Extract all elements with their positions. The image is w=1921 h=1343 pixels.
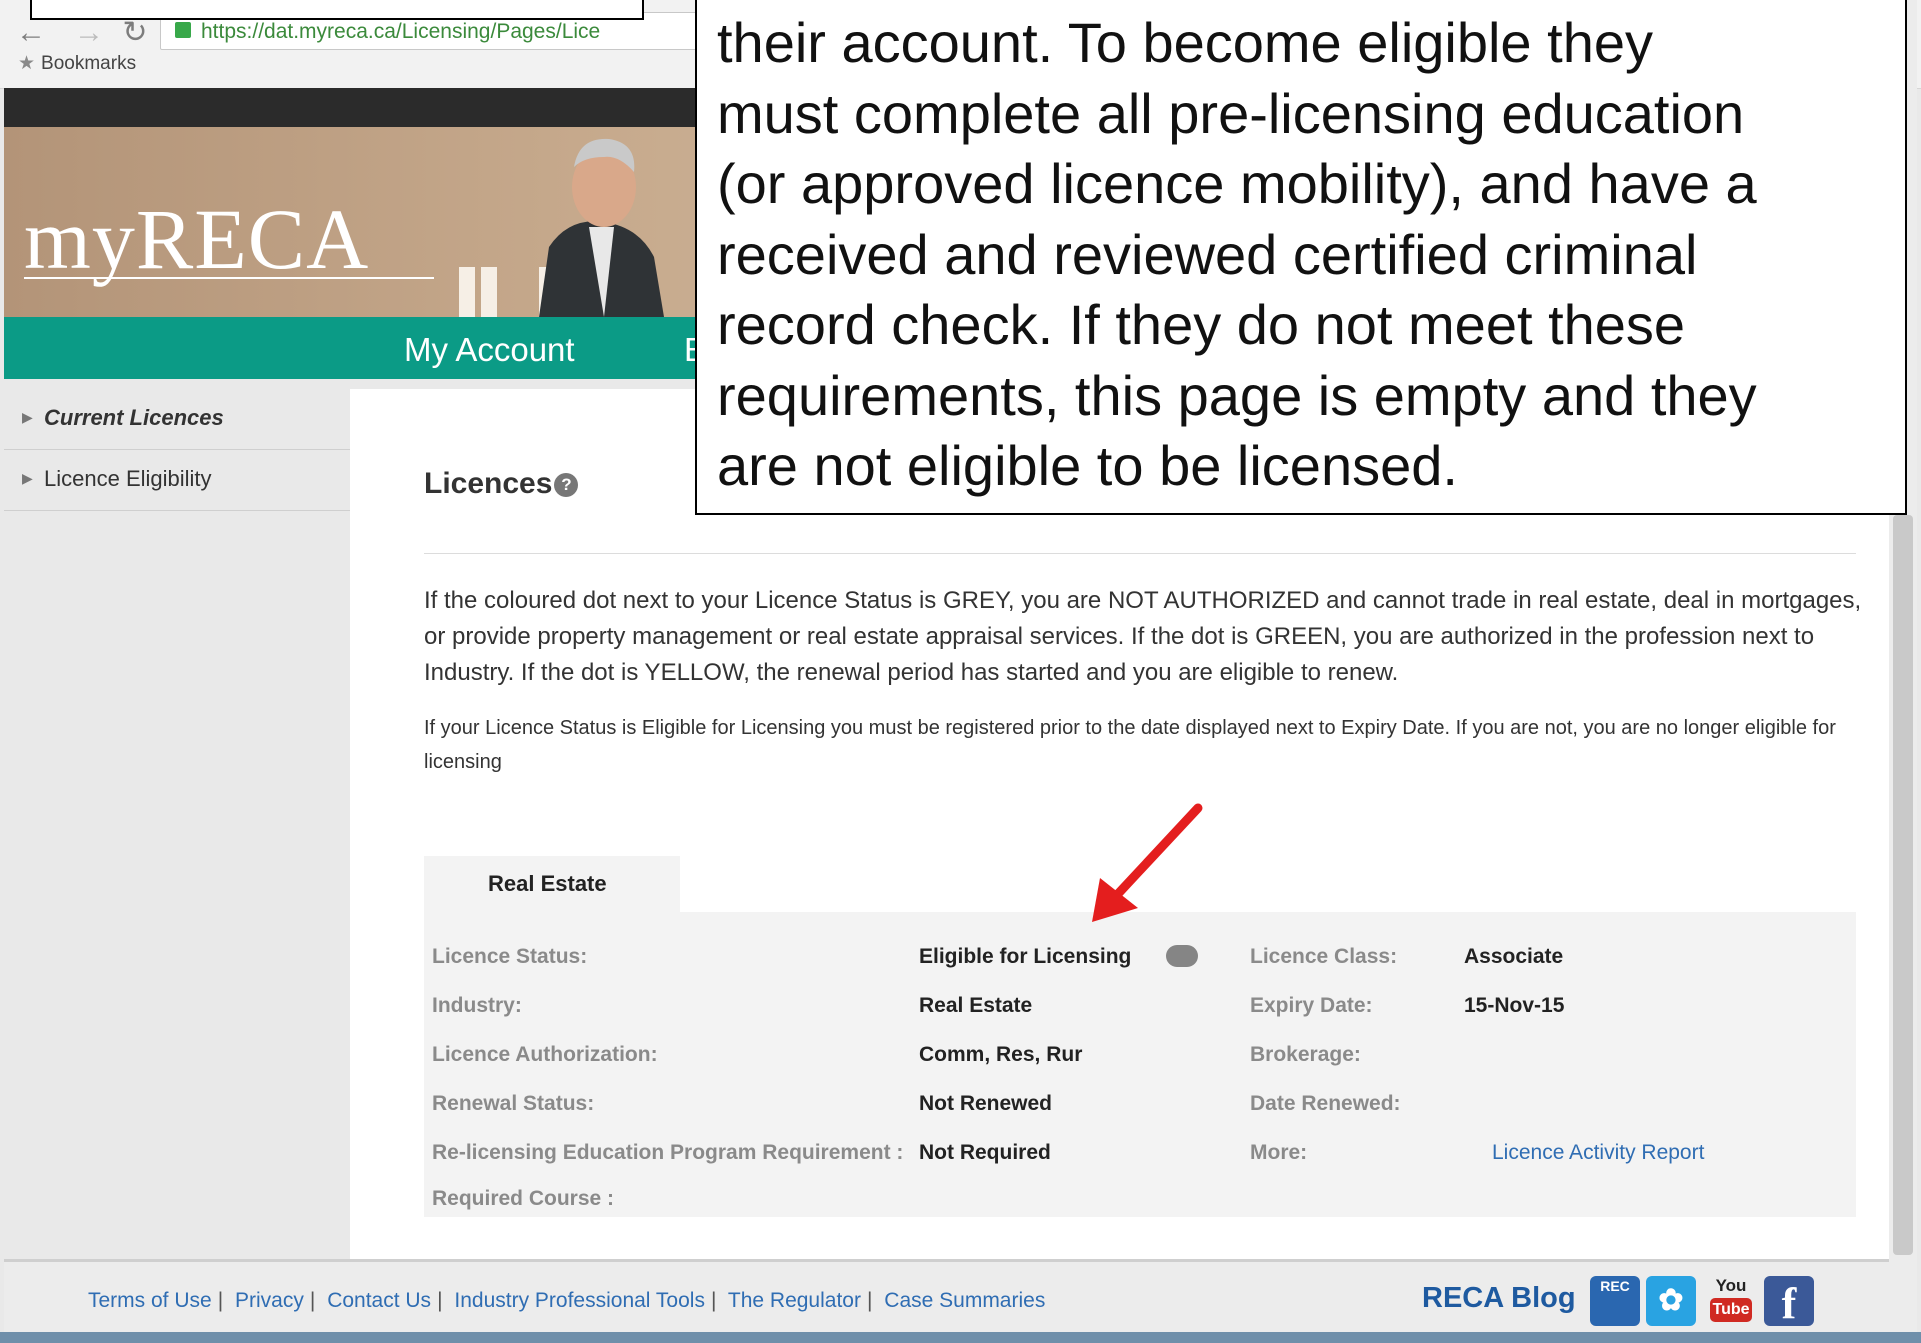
- page-title-text: Licences: [424, 467, 553, 500]
- callout-line: received and reviewed certified criminal: [717, 222, 1698, 286]
- callout-line: requirements, this page is empty and the…: [717, 363, 1757, 427]
- renewal-status-value: Not Renewed: [919, 1092, 1053, 1115]
- sidebar-item-label: Licence Eligibility: [44, 466, 212, 491]
- industry-label: Industry:: [432, 994, 522, 1017]
- sidebar-item-licence-eligibility[interactable]: ▶ Licence Eligibility: [4, 450, 350, 511]
- bookmarks-bar[interactable]: ★ Bookmarks: [18, 52, 136, 75]
- help-icon[interactable]: ?: [554, 473, 579, 498]
- twitter-icon[interactable]: ✿: [1646, 1276, 1696, 1326]
- authorization-value: Comm, Res, Rur: [919, 1043, 1083, 1066]
- divider: [424, 553, 1856, 554]
- licence-class-label: Licence Class:: [1250, 945, 1398, 968]
- annotation-callout: their account. To become eligible they m…: [695, 0, 1907, 515]
- triangle-right-icon: ▶: [22, 409, 33, 425]
- reca-blog-icon[interactable]: REC: [1590, 1276, 1640, 1326]
- separator: |: [866, 1289, 873, 1312]
- url-text: https://dat.myreca.ca/Licensing/Pages/Li…: [201, 20, 601, 43]
- callout-line: their account. To become eligible they: [717, 11, 1653, 74]
- footer-link-privacy[interactable]: Privacy: [235, 1289, 304, 1312]
- back-arrow-icon[interactable]: ←: [14, 16, 48, 50]
- brokerage-label: Brokerage:: [1250, 1043, 1361, 1066]
- footer-link-contact[interactable]: Contact Us: [327, 1289, 431, 1312]
- required-course-label: Required Course :: [432, 1187, 615, 1210]
- education-requirement-value: Not Required: [919, 1141, 1051, 1164]
- page-title: Licences?: [424, 467, 579, 501]
- reca-blog-link[interactable]: RECA Blog: [1422, 1282, 1576, 1315]
- callout-line: (or approved licence mobility), and have…: [717, 152, 1757, 215]
- bookmarks-label: Bookmarks: [41, 53, 137, 74]
- reload-icon[interactable]: ↻: [118, 16, 152, 50]
- footer-link-case-summaries[interactable]: Case Summaries: [884, 1289, 1045, 1312]
- separator: |: [217, 1289, 224, 1312]
- licence-activity-report-link[interactable]: Licence Activity Report: [1492, 1141, 1704, 1165]
- forward-arrow-icon[interactable]: →: [72, 16, 106, 50]
- footer: Terms of Use | Privacy | Contact Us | Indus…: [4, 1262, 1917, 1332]
- expiry-date-value: 15-Nov-15: [1464, 994, 1565, 1017]
- callout-line: record check. If they do not meet these: [717, 293, 1686, 356]
- footer-link-terms[interactable]: Terms of Use: [88, 1289, 212, 1312]
- youtube-icon[interactable]: You Tube: [1706, 1276, 1756, 1326]
- more-label: More:: [1250, 1141, 1308, 1164]
- licence-details-panel: Licence Status: Eligible for Licensing I…: [424, 912, 1856, 1217]
- window-bottom-edge: [0, 1332, 1921, 1343]
- education-requirement-label: Re-licensing Education Program Requireme…: [432, 1141, 904, 1164]
- separator: |: [710, 1289, 717, 1312]
- tab-label: Real Estate: [488, 871, 607, 896]
- expiry-date-label: Expiry Date:: [1250, 994, 1373, 1017]
- sidebar-item-label: Current Licences: [44, 405, 224, 430]
- facebook-icon[interactable]: f: [1764, 1276, 1814, 1328]
- tab-real-estate[interactable]: Real Estate: [424, 856, 680, 912]
- nav-my-account[interactable]: My Account: [404, 331, 575, 369]
- sidebar: ▶ Current Licences ▶ Licence Eligibility: [4, 389, 350, 1259]
- scrollbar-thumb[interactable]: [1893, 515, 1913, 1255]
- status-dot: [1166, 945, 1198, 967]
- callout-text: their account. To become eligible they m…: [717, 8, 1757, 502]
- footer-link-regulator[interactable]: The Regulator: [728, 1289, 861, 1312]
- footer-link-industry-tools[interactable]: Industry Professional Tools: [454, 1289, 705, 1312]
- authorization-label: Licence Authorization:: [432, 1043, 658, 1066]
- annotation-small-box: [30, 0, 644, 20]
- industry-value: Real Estate: [919, 994, 1033, 1017]
- renewal-status-label: Renewal Status:: [432, 1092, 595, 1115]
- youtube-icon-bottom: Tube: [1710, 1298, 1752, 1322]
- logo-text: myRECA: [24, 191, 370, 287]
- youtube-icon-top: You: [1715, 1276, 1747, 1295]
- banner-photo-person: [539, 138, 664, 317]
- licence-status-value: Eligible for Licensing: [919, 945, 1132, 968]
- myreca-logo[interactable]: myRECA: [24, 189, 434, 289]
- callout-line: must complete all pre-licensing educatio…: [717, 81, 1745, 145]
- separator: |: [309, 1289, 316, 1312]
- star-icon: ★: [18, 53, 36, 74]
- lock-icon: [175, 22, 191, 38]
- callout-line: are not eligible to be licensed.: [717, 434, 1458, 497]
- date-renewed-label: Date Renewed:: [1250, 1092, 1401, 1115]
- eligibility-note-text: If your Licence Status is Eligible for L…: [424, 717, 1836, 773]
- logo-underline: [24, 277, 434, 279]
- sidebar-item-current-licences[interactable]: ▶ Current Licences: [4, 389, 350, 450]
- licence-class-value: Associate: [1464, 945, 1564, 968]
- separator: |: [437, 1289, 443, 1312]
- footer-links: Terms of Use | Privacy | Contact Us | Indus…: [88, 1289, 1045, 1313]
- triangle-right-icon: ▶: [22, 470, 33, 486]
- status-explanation-text: If the coloured dot next to your Licence…: [424, 587, 1862, 686]
- licence-status-label: Licence Status:: [432, 945, 588, 968]
- red-arrow-icon: [1092, 803, 1203, 922]
